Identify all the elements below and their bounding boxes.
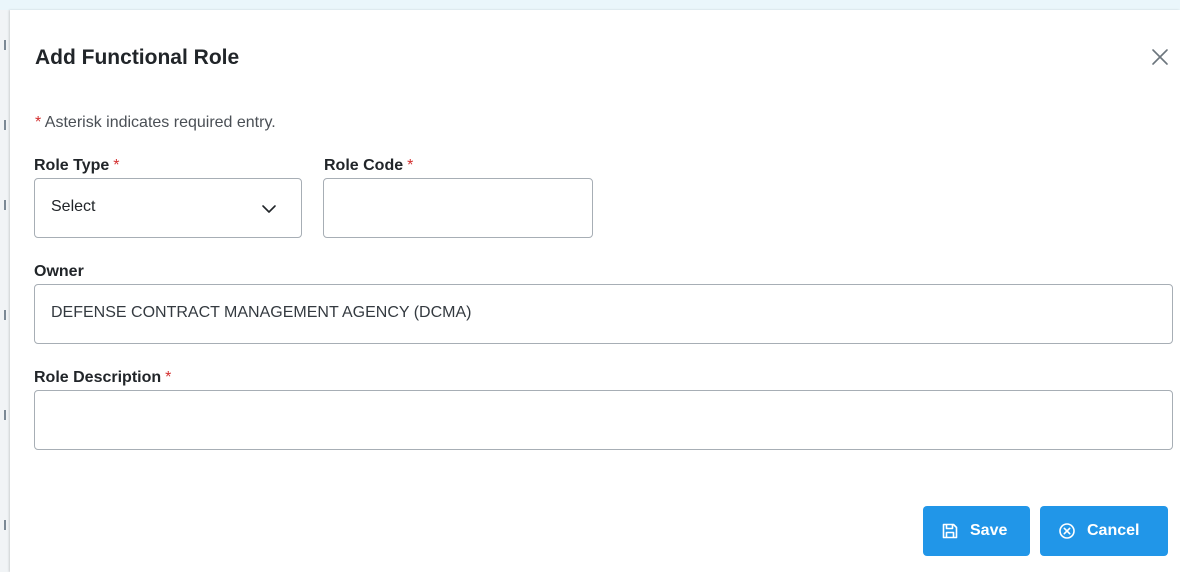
required-note: * Asterisk indicates required entry. [35, 114, 276, 132]
role-description-label-text: Role Description [34, 369, 162, 386]
owner-label-text: Owner [34, 263, 84, 280]
role-type-label: Role Type * [34, 157, 120, 175]
role-type-required-star: * [113, 157, 120, 174]
owner-value: DEFENSE CONTRACT MANAGEMENT AGENCY (DCMA… [51, 304, 472, 321]
cancel-button[interactable]: Cancel [1040, 506, 1168, 556]
chevron-down-icon [262, 205, 276, 213]
owner-label: Owner [34, 263, 84, 281]
edge-tick [4, 200, 6, 210]
required-note-text: Asterisk indicates required entry. [44, 114, 276, 131]
edge-tick [4, 520, 6, 530]
edge-tick [4, 410, 6, 420]
close-button[interactable] [1148, 45, 1172, 69]
role-type-selected-value: Select [51, 198, 96, 215]
edge-tick [4, 120, 6, 130]
role-code-required-star: * [407, 157, 414, 174]
owner-field[interactable]: DEFENSE CONTRACT MANAGEMENT AGENCY (DCMA… [34, 284, 1173, 344]
role-code-label: Role Code * [324, 157, 413, 175]
page-backdrop [0, 0, 1180, 10]
required-note-star: * [35, 114, 42, 131]
left-edge-panel [0, 10, 10, 572]
dialog-title: Add Functional Role [35, 46, 240, 69]
role-code-label-text: Role Code [324, 157, 404, 174]
role-type-select[interactable]: Select [34, 178, 302, 238]
role-description-required-star: * [165, 369, 172, 386]
role-type-label-text: Role Type [34, 157, 110, 174]
save-button-label: Save [970, 522, 1008, 539]
cancel-button-label: Cancel [1087, 522, 1140, 539]
close-icon [1152, 49, 1168, 65]
save-icon [942, 523, 958, 539]
role-description-label: Role Description * [34, 369, 171, 387]
cancel-circle-icon [1059, 523, 1075, 539]
add-functional-role-dialog: Add Functional Role * Asterisk indicates… [10, 10, 1180, 572]
edge-tick [4, 40, 6, 50]
edge-tick [4, 310, 6, 320]
save-button[interactable]: Save [923, 506, 1030, 556]
role-description-input[interactable] [34, 390, 1173, 450]
role-code-input[interactable] [323, 178, 593, 238]
